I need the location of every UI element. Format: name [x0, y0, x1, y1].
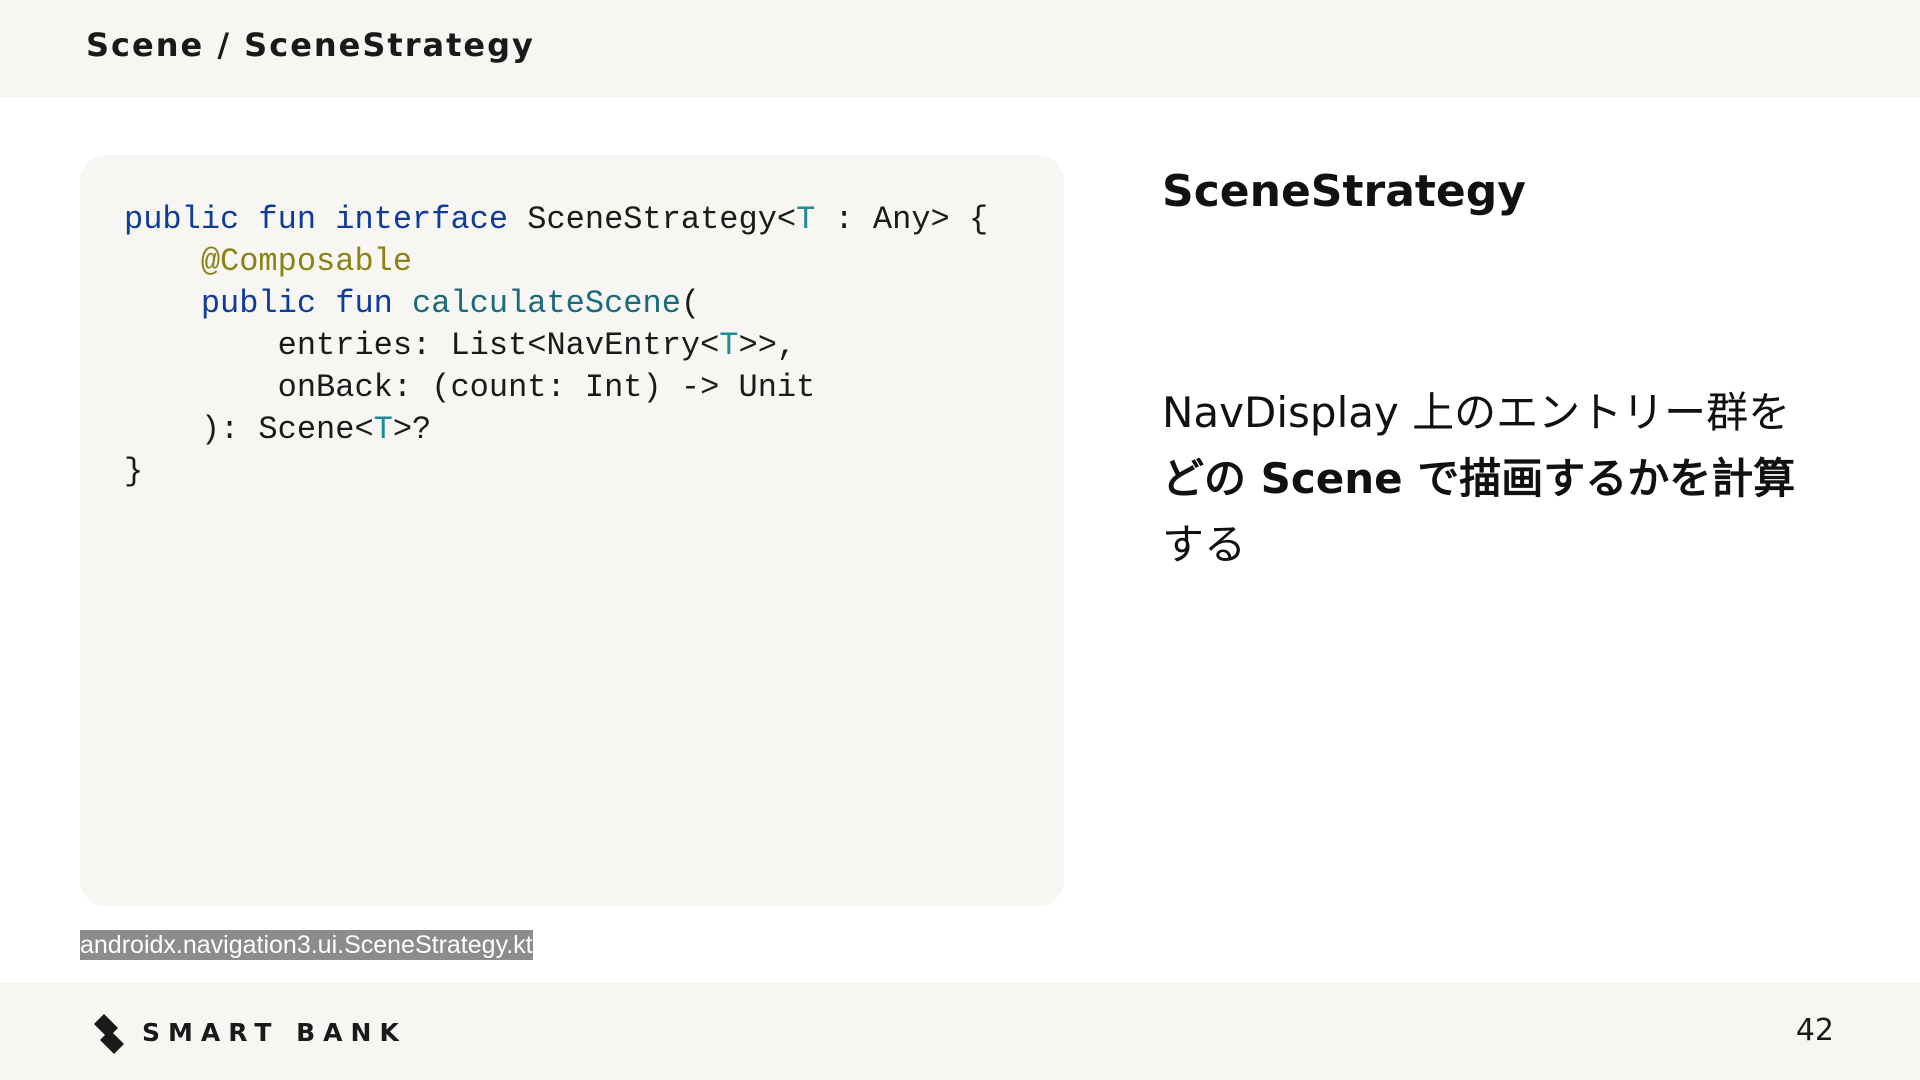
slide-description: NavDisplay 上のエントリー群を どの Scene で描画するかを計算 … — [1162, 380, 1822, 578]
code-token: T — [373, 411, 393, 448]
page-number: 42 — [1795, 1013, 1834, 1048]
code-line: ): Scene<T>? — [124, 409, 988, 451]
code-line: @Composable — [124, 241, 988, 283]
code-token: @Composable — [200, 243, 413, 280]
description-line-2: どの Scene で描画するかを計算 — [1162, 454, 1796, 503]
code-token: >>, — [738, 327, 797, 364]
code-token: public fun interface — [124, 201, 509, 238]
code-token: onBack: (count: Int) -> Unit — [124, 369, 816, 406]
description-line-1: NavDisplay 上のエントリー群を — [1162, 388, 1791, 437]
breadcrumb: Scene / SceneStrategy — [86, 26, 535, 64]
source-file-label: androidx.navigation3.ui.SceneStrategy.kt — [80, 930, 533, 960]
code-line: } — [124, 451, 988, 493]
code-token: T — [796, 201, 816, 238]
code-line: onBack: (count: Int) -> Unit — [124, 367, 988, 409]
code-line: public fun interface SceneStrategy<T : A… — [124, 199, 988, 241]
smartbank-logo: SMART BANK — [92, 1010, 407, 1054]
code-token: : Any> { — [815, 201, 989, 238]
code-token: calculateScene — [412, 285, 681, 322]
code-line: public fun calculateScene( — [124, 283, 988, 325]
code-token: ( — [680, 285, 701, 322]
code-block: public fun interface SceneStrategy<T : A… — [124, 199, 988, 493]
code-panel: public fun interface SceneStrategy<T : A… — [80, 155, 1064, 906]
code-token: } — [124, 453, 144, 490]
code-line: entries: List<NavEntry<T>>, — [124, 325, 988, 367]
description-line-3: する — [1162, 520, 1247, 569]
code-token: ): Scene< — [124, 411, 374, 448]
code-token: public fun — [200, 285, 393, 322]
code-token: >? — [392, 411, 432, 448]
smartbank-logo-icon — [94, 1014, 124, 1054]
top-bar: Scene / SceneStrategy — [0, 0, 1920, 97]
code-token: SceneStrategy< — [508, 201, 797, 238]
slide-heading: SceneStrategy — [1162, 166, 1526, 217]
logo-wordmark: SMART BANK — [142, 1017, 407, 1047]
code-token: entries: List<NavEntry< — [124, 327, 720, 364]
code-token: T — [719, 327, 739, 364]
